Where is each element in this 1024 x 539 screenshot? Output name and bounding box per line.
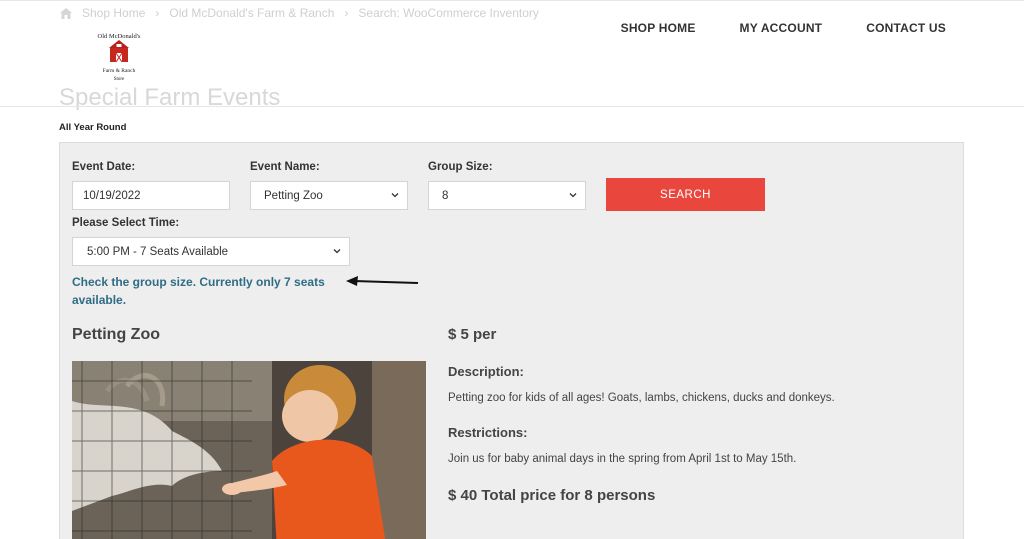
chevron-down-icon <box>391 193 399 198</box>
logo-line1: Old McDonald's <box>98 33 141 40</box>
chevron-down-icon <box>569 193 577 198</box>
restrictions-heading: Restrictions: <box>448 425 528 440</box>
store-logo[interactable]: Old McDonald's Farm & Ranch Store <box>88 29 150 85</box>
event-name-label: Event Name: <box>250 161 320 173</box>
logo-line3: Store <box>114 77 125 82</box>
group-size-value: 8 <box>442 189 449 202</box>
event-title: Petting Zoo <box>72 326 160 343</box>
group-size-select[interactable]: 8 <box>428 181 586 210</box>
time-value: 5:00 PM - 7 Seats Available <box>87 245 229 258</box>
event-date-label: Event Date: <box>72 161 136 173</box>
nav-contact-us[interactable]: CONTACT US <box>866 21 946 35</box>
logo-line2: Farm & Ranch <box>103 68 136 74</box>
arrow-left-icon <box>346 276 419 286</box>
total-price: $ 40 Total price for 8 persons <box>448 487 656 504</box>
description-text: Petting zoo for kids of all ages! Goats,… <box>448 392 835 404</box>
main-nav: SHOP HOME MY ACCOUNT CONTACT US <box>621 21 946 35</box>
event-date-value: 10/19/2022 <box>83 189 141 202</box>
event-search-panel: Event Date: 10/19/2022 Event Name: Petti… <box>59 142 964 539</box>
event-name-value: Petting Zoo <box>264 189 323 202</box>
event-date-input[interactable]: 10/19/2022 <box>72 181 230 210</box>
description-heading: Description: <box>448 364 524 379</box>
event-price: $ 5 per <box>448 326 497 343</box>
group-size-warning: Check the group size. Currently only 7 s… <box>72 275 325 307</box>
nav-shop-home[interactable]: SHOP HOME <box>621 21 696 35</box>
site-header: Old McDonald's Farm & Ranch Store SHOP H… <box>0 0 1024 107</box>
restrictions-text: Join us for baby animal days in the spri… <box>448 453 797 465</box>
time-label: Please Select Time: <box>72 217 180 229</box>
chevron-down-icon <box>333 249 341 254</box>
search-button[interactable]: SEARCH <box>606 178 765 211</box>
season-label: All Year Round <box>59 122 127 133</box>
event-name-select[interactable]: Petting Zoo <box>250 181 408 210</box>
event-photo <box>72 361 426 539</box>
time-select[interactable]: 5:00 PM - 7 Seats Available <box>72 237 350 266</box>
nav-my-account[interactable]: MY ACCOUNT <box>740 21 823 35</box>
group-size-label: Group Size: <box>428 161 493 173</box>
